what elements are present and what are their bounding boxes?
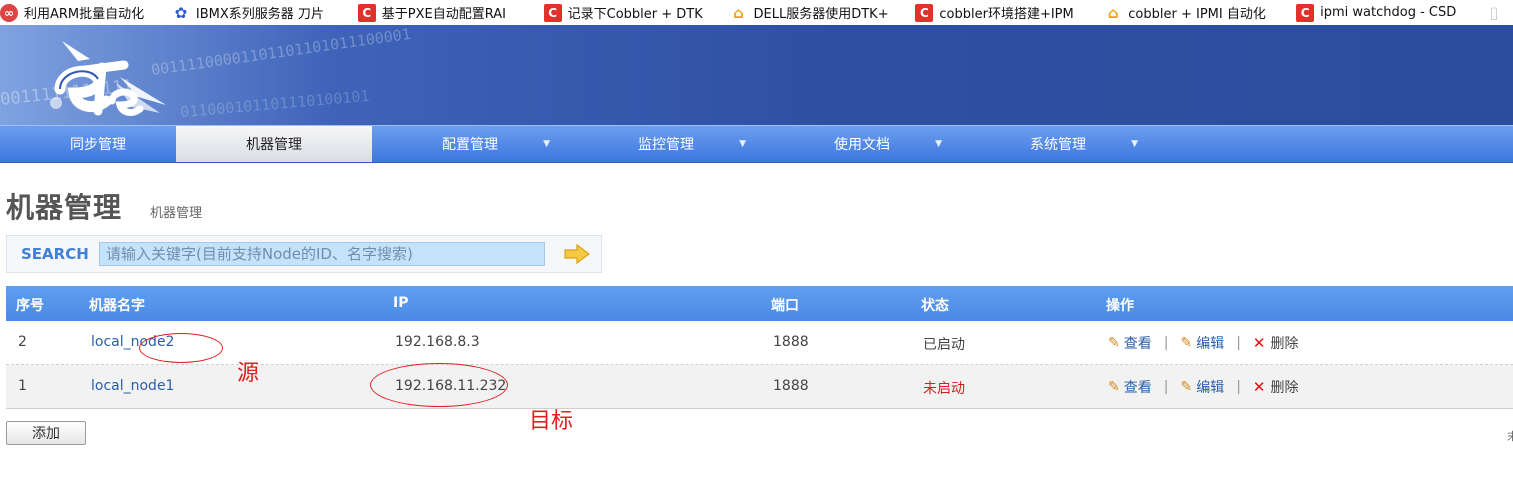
red-c-icon: C [1296,3,1315,22]
chevron-down-icon: ▼ [543,139,550,149]
cell-port: 1888 [773,334,809,350]
bookmark-7[interactable]: ⌂ cobbler + IPMI 自动化 [1104,0,1292,25]
target-annotation-ellipse [370,363,508,407]
machine-name-link[interactable]: local_node1 [91,378,174,394]
cell-index: 2 [18,334,27,350]
red-c-icon: C [543,3,562,22]
delete-link[interactable]: 删除 [1270,333,1298,353]
cell-port: 1888 [773,378,809,394]
bookmark-label: 记录下Cobbler + DTK [567,7,703,22]
separator: | [1236,379,1241,395]
site-banner: 0011111110111 00111100001101101101011100… [0,25,1513,125]
status-text: 未启动 [923,381,965,397]
page-title: 机器管理 [6,191,123,224]
bookmark-label: ipmi watchdog - CSD [1320,5,1457,20]
col-ip: IP [393,295,409,311]
view-link[interactable]: 查看 [1124,333,1152,353]
bookmark-label: cobbler环境搭建+IPM [939,7,1074,22]
bookmark-6[interactable]: C cobbler环境搭建+IPM [915,0,1100,25]
arrow-right-icon[interactable] [564,244,590,264]
col-status: 状态 [921,298,949,314]
cell-ip: 192.168.8.3 [395,334,480,350]
main-nav: 同步管理 机器管理 配置管理 ▼ 监控管理 ▼ 使用文档 ▼ 系统管理 ▼ [0,125,1513,163]
red-c-icon: ∞ [0,3,18,22]
col-port: 端口 [771,298,799,314]
table-header: 序号 机器名字 IP 端口 状态 操作 [6,286,1513,321]
red-c-icon: C [357,3,376,22]
house-icon: ⌂ [1107,3,1119,22]
add-button[interactable]: 添加 [6,421,86,445]
separator: | [1163,335,1169,351]
nav-label: 监控管理 [638,137,694,153]
col-name: 机器名字 [89,298,145,314]
banner-binary-text: 011000101101110100101 [179,86,371,122]
nav-label: 使用文档 [834,137,890,153]
search-bar: SEARCH [6,235,602,273]
bookmark-2[interactable]: ✿ IBMX系列服务器 刀片 [172,0,354,25]
red-c-icon: C [915,3,934,22]
chevron-down-icon: ▼ [1131,139,1138,149]
nav-label: 同步管理 [70,137,126,153]
bookmark-3[interactable]: C 基于PXE自动配置RAI [357,0,540,25]
bookmark-label: 基于PXE自动配置RAI [381,7,506,22]
bookmark-label: cobbler + IPMI 自动化 [1128,7,1266,22]
nav-item-config[interactable]: 配置管理 ▼ [372,126,568,162]
site-logo[interactable] [20,31,170,123]
bookmark-label: 利用ARM批量自动化 [24,7,145,22]
row-actions: ✎ 查看 | ✎ 编辑 | ✕ 删除 [1108,377,1298,397]
bookmarks-bar: ∞ 利用ARM批量自动化 ✿ IBMX系列服务器 刀片 C 基于PXE自动配置R… [0,0,1513,26]
edit-link[interactable]: 编辑 [1196,377,1224,397]
search-label: SEARCH [21,245,89,263]
bookmark-more[interactable]: ▯ [1485,0,1509,25]
pencil-icon: ✎ [1108,335,1120,351]
delete-icon: ✕ [1252,334,1266,352]
banner-binary-text: 00111100001101101101011100001 [150,25,412,80]
pencil-icon: ✎ [1180,335,1193,351]
col-ops: 操作 [1106,298,1134,314]
nav-label: 配置管理 [442,137,498,153]
document-icon: ▯ [1489,3,1499,22]
source-annotation-label: 源 [237,361,260,386]
paw-icon: ✿ [174,3,188,22]
edit-link[interactable]: 编辑 [1196,333,1224,353]
table-row: 1 local_node1 192.168.11.232 1888 未启动 ✎ … [6,365,1513,409]
status-text: 已启动 [923,337,965,353]
chevron-down-icon: ▼ [739,139,746,149]
cell-index: 1 [18,378,27,394]
bookmark-5[interactable]: ⌂ DELL服务器使用DTK+ [730,0,912,25]
edge-text: 末 [1507,430,1513,443]
view-link[interactable]: 查看 [1124,377,1152,397]
delete-icon: ✕ [1252,378,1266,396]
delete-link[interactable]: 删除 [1270,377,1298,397]
nav-label: 系统管理 [1030,137,1086,153]
pencil-icon: ✎ [1180,379,1193,395]
nav-item-sync[interactable]: 同步管理 [0,126,196,162]
search-input[interactable] [99,242,545,266]
pencil-icon: ✎ [1108,379,1120,395]
machine-table: 序号 机器名字 IP 端口 状态 操作 2 local_node2 192.16… [6,286,1513,409]
col-index: 序号 [16,298,44,314]
separator: | [1236,335,1241,351]
chevron-down-icon: ▼ [935,139,942,149]
bookmark-4[interactable]: C 记录下Cobbler + DTK [543,0,726,25]
row-actions: ✎ 查看 | ✎ 编辑 | ✕ 删除 [1108,333,1298,353]
target-annotation-label: 目标 [529,409,574,434]
breadcrumb: 机器管理 [150,206,203,221]
separator: | [1163,379,1169,395]
nav-item-machines[interactable]: 机器管理 [176,126,372,162]
nav-item-system[interactable]: 系统管理 ▼ [960,126,1156,162]
nav-item-monitor[interactable]: 监控管理 ▼ [568,126,764,162]
bookmark-8[interactable]: C ipmi watchdog - CSD [1296,0,1481,25]
bookmark-1[interactable]: ∞ 利用ARM批量自动化 [0,0,168,25]
bookmark-label: IBMX系列服务器 刀片 [195,7,324,22]
house-icon: ⌂ [733,3,744,22]
source-annotation-ellipse [139,333,223,363]
bookmark-label: DELL服务器使用DTK+ [753,7,889,22]
table-row: 2 local_node2 192.168.8.3 1888 已启动 ✎ 查看 … [6,321,1513,365]
nav-label: 机器管理 [246,137,302,153]
nav-item-docs[interactable]: 使用文档 ▼ [764,126,960,162]
